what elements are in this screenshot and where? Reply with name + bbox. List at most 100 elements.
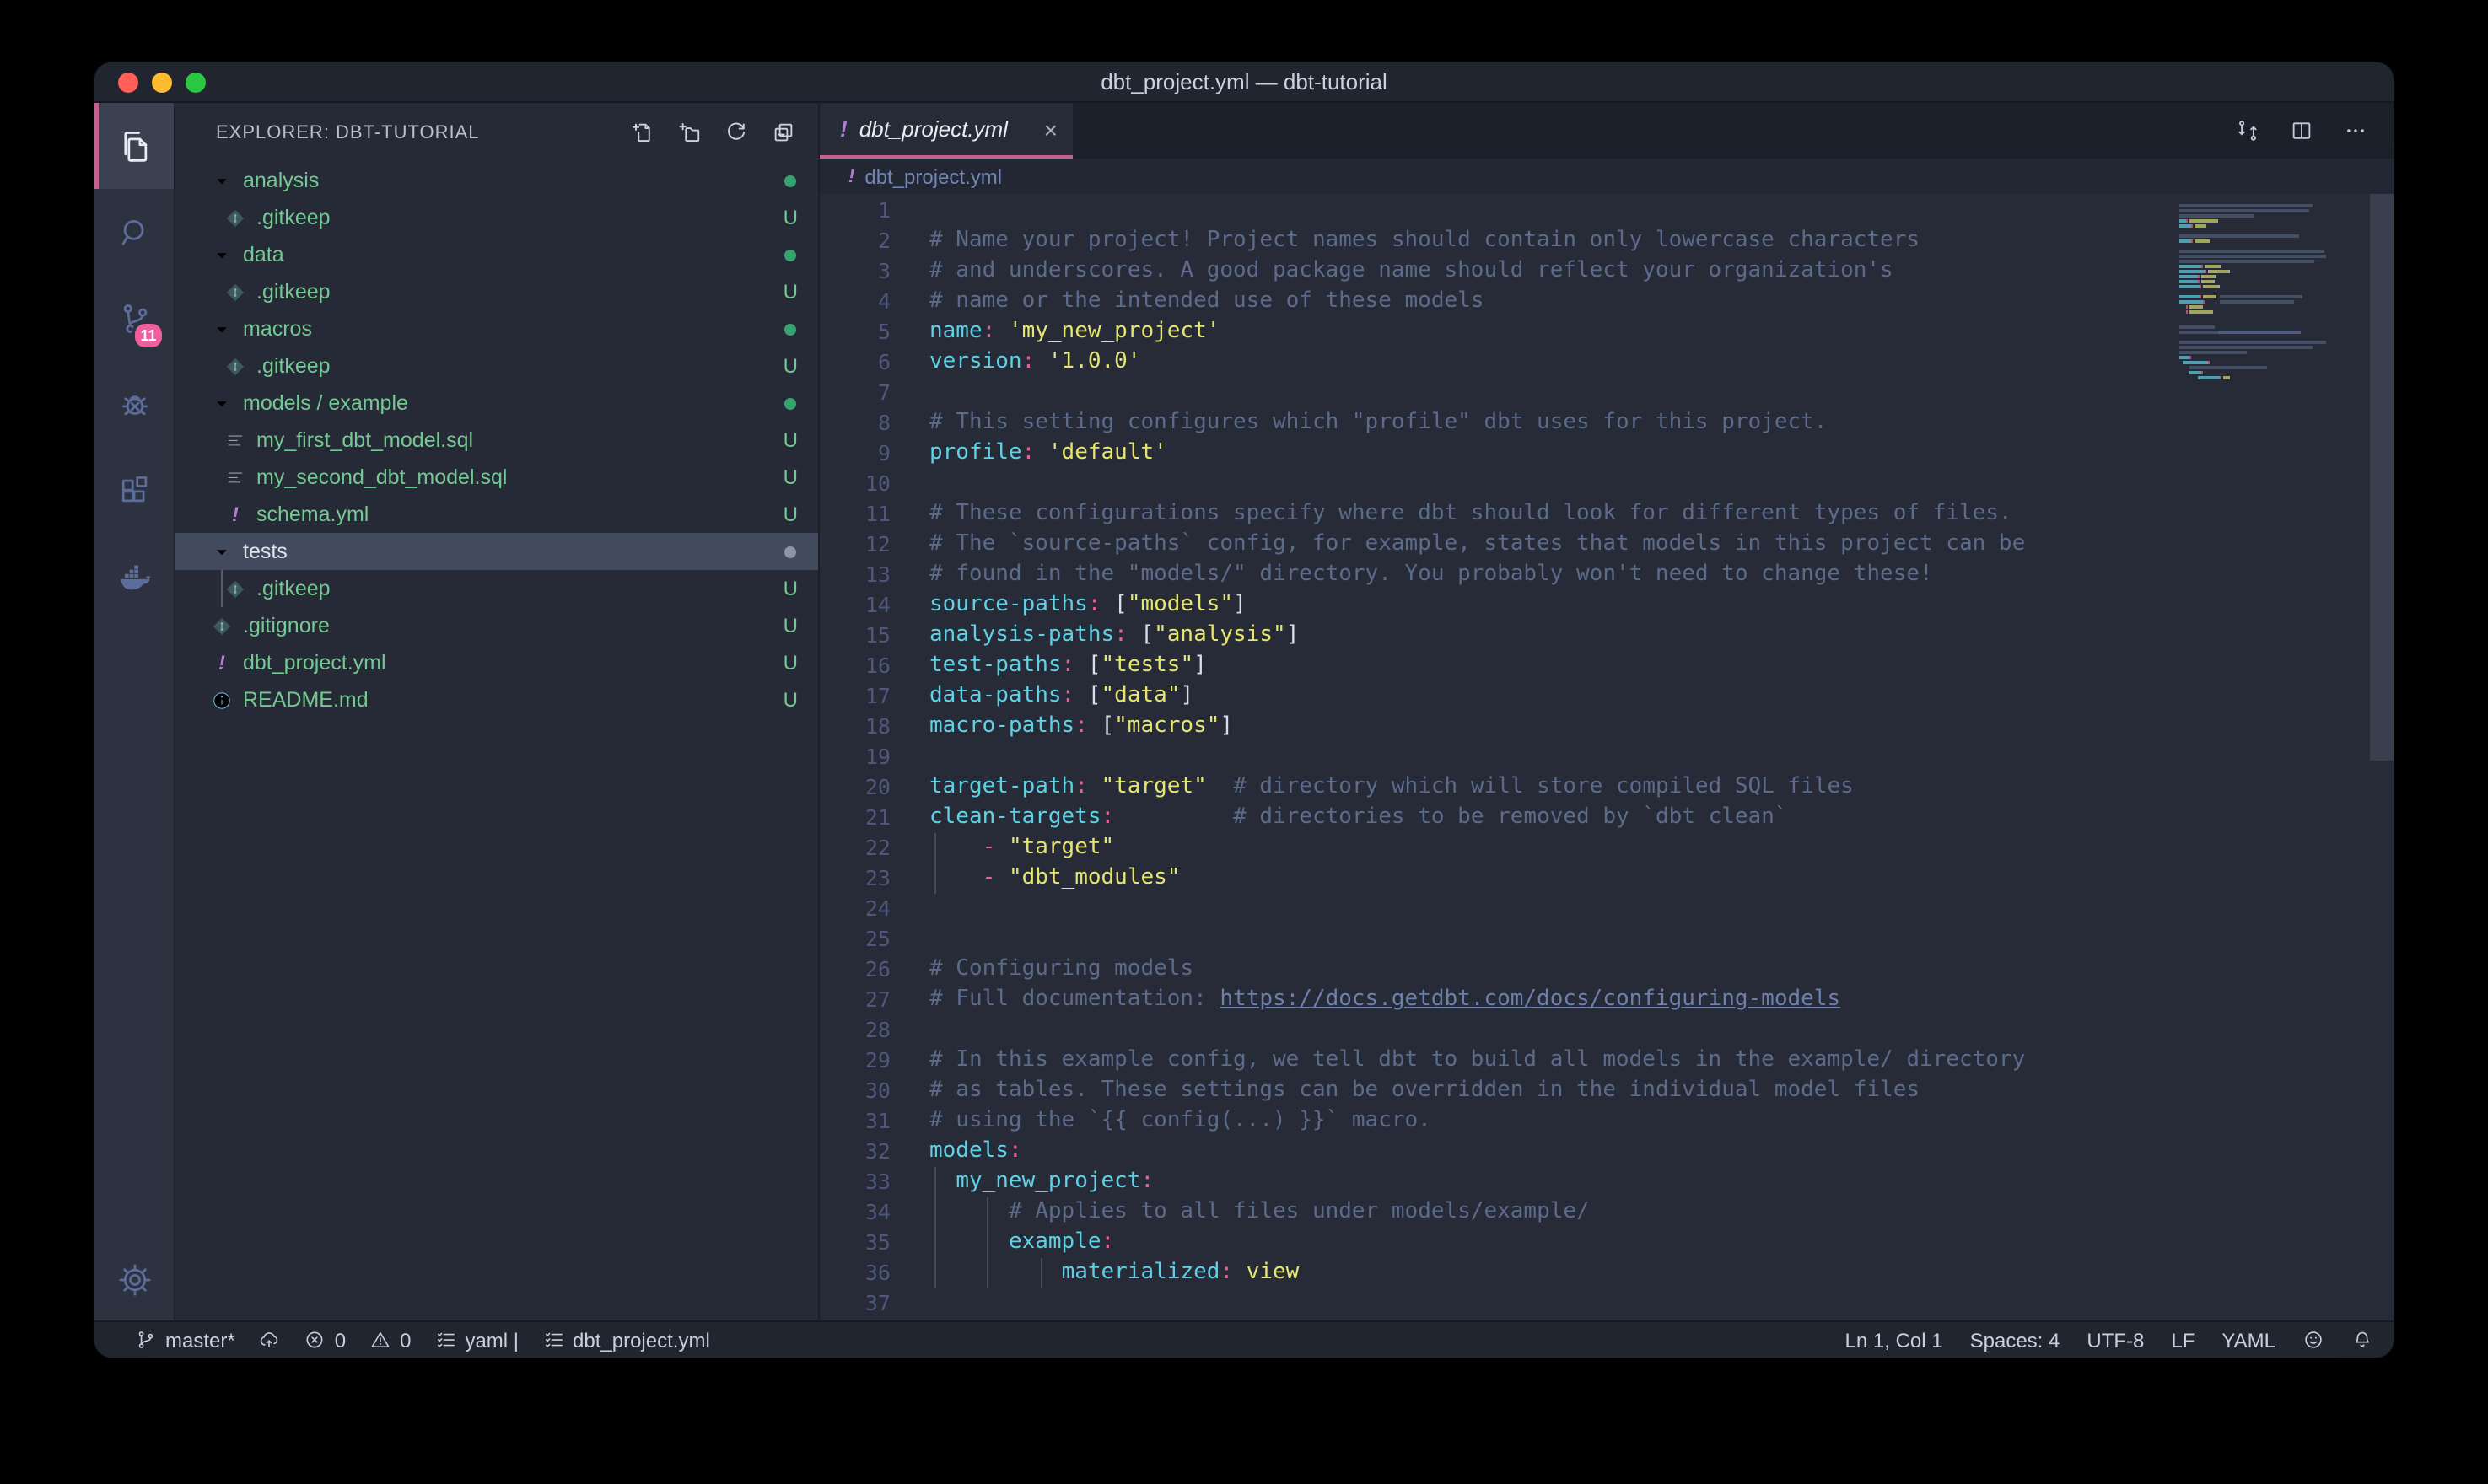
code-line-24[interactable]: 24 — [820, 894, 2394, 924]
tree-item-models-example[interactable]: models / example — [175, 384, 818, 422]
more-actions-button[interactable] — [2343, 118, 2368, 143]
code-line-7[interactable]: 7 — [820, 378, 2394, 408]
status-branch-label: master* — [165, 1328, 235, 1352]
code-line-5[interactable]: 5name: 'my_new_project' — [820, 317, 2394, 347]
refresh-explorer-button[interactable] — [724, 120, 749, 145]
split-editor-button[interactable] — [2289, 118, 2314, 143]
tree-item-data[interactable]: data — [175, 236, 818, 273]
breadcrumb-item[interactable]: dbt_project.yml — [864, 164, 1002, 188]
collapse-folders-button[interactable] — [771, 120, 796, 145]
manage-button[interactable] — [94, 1239, 174, 1320]
status-indentation[interactable]: Spaces: 4 — [1970, 1328, 2060, 1352]
editor-actions — [2235, 103, 2394, 159]
tree-item-my-first-dbt-model-sql[interactable]: my_first_dbt_model.sqlU — [175, 422, 818, 459]
code-line-9[interactable]: 9profile: 'default' — [820, 438, 2394, 469]
status-cursor-position[interactable]: Ln 1, Col 1 — [1845, 1328, 1943, 1352]
code-editor[interactable]: 12# Name your project! Project names sho… — [820, 194, 2394, 1320]
status-branch[interactable]: master* — [135, 1328, 235, 1352]
tree-item-gitkeep[interactable]: .gitkeepU — [175, 273, 818, 310]
status-feedback[interactable] — [2302, 1329, 2324, 1351]
tree-item-macros[interactable]: macros — [175, 310, 818, 347]
status-eol[interactable]: LF — [2171, 1328, 2195, 1352]
code-line-18[interactable]: 18macro-paths: ["macros"] — [820, 712, 2394, 742]
code-line-12[interactable]: 12# The `source-paths` config, for examp… — [820, 530, 2394, 560]
code-line-31[interactable]: 31# using the `{{ config(...) }}` macro. — [820, 1106, 2394, 1137]
code-line-16[interactable]: 16test-paths: ["tests"] — [820, 651, 2394, 681]
minimize-window-button[interactable] — [152, 72, 172, 92]
close-tab-icon[interactable]: × — [1044, 117, 1058, 141]
new-file-button[interactable] — [629, 120, 654, 145]
activity-item-explorer[interactable] — [94, 103, 174, 189]
code-line-26[interactable]: 26# Configuring models — [820, 954, 2394, 985]
close-window-button[interactable] — [118, 72, 138, 92]
code-line-30[interactable]: 30# as tables. These settings can be ove… — [820, 1076, 2394, 1106]
new-file-icon — [629, 120, 654, 145]
tree-item-tests[interactable]: tests — [175, 533, 818, 570]
activity-item-source-control[interactable]: 11 — [94, 275, 174, 361]
status-active-file-task[interactable]: dbt_project.yml — [542, 1328, 710, 1352]
tree-item-schema-yml[interactable]: !schema.ymlU — [175, 496, 818, 533]
tree-item-gitkeep[interactable]: .gitkeepU — [175, 199, 818, 236]
code-line-17[interactable]: 17data-paths: ["data"] — [820, 681, 2394, 712]
breadcrumb[interactable]: ! dbt_project.yml — [820, 159, 2394, 194]
code-line-27[interactable]: 27# Full documentation: https://docs.get… — [820, 985, 2394, 1015]
activity-item-search[interactable] — [94, 189, 174, 275]
new-folder-button[interactable] — [676, 120, 702, 145]
editor-scrollbar[interactable] — [2370, 194, 2394, 761]
code-line-13[interactable]: 13# found in the "models/" directory. Yo… — [820, 560, 2394, 590]
minimap[interactable] — [2179, 199, 2370, 386]
activity-item-extensions[interactable] — [94, 447, 174, 533]
tree-item-gitkeep[interactable]: .gitkeepU — [175, 570, 818, 607]
tab-dbt-project-yml[interactable]: ! dbt_project.yml × — [820, 103, 1073, 159]
code-line-8[interactable]: 8# This setting configures which "profil… — [820, 408, 2394, 438]
code-line-6[interactable]: 6version: '1.0.0' — [820, 347, 2394, 378]
line-number: 3 — [820, 256, 891, 287]
code-line-33[interactable]: 33 my_new_project: — [820, 1167, 2394, 1197]
tree-item-my-second-dbt-model-sql[interactable]: my_second_dbt_model.sqlU — [175, 459, 818, 496]
code-line-32[interactable]: 32models: — [820, 1137, 2394, 1167]
code-line-23[interactable]: 23 - "dbt_modules" — [820, 863, 2394, 894]
code-line-35[interactable]: 35 example: — [820, 1228, 2394, 1258]
code-line-34[interactable]: 34 # Applies to all files under models/e… — [820, 1197, 2394, 1228]
code-line-14[interactable]: 14source-paths: ["models"] — [820, 590, 2394, 621]
code-line-37[interactable]: 37 — [820, 1288, 2394, 1319]
code-line-2[interactable]: 2# Name your project! Project names shou… — [820, 226, 2394, 256]
code-line-1[interactable]: 1 — [820, 196, 2394, 226]
code-line-36[interactable]: 36 materialized: view — [820, 1258, 2394, 1288]
status-problems-warnings[interactable]: 0 — [369, 1328, 411, 1352]
status-problems-errors[interactable]: 0 — [304, 1328, 346, 1352]
tree-item-readme-md[interactable]: README.mdU — [175, 681, 818, 718]
open-changes-button[interactable] — [2235, 118, 2260, 143]
status-encoding-label: UTF-8 — [2087, 1328, 2144, 1352]
code-line-29[interactable]: 29# In this example config, we tell dbt … — [820, 1046, 2394, 1076]
activity-item-docker[interactable] — [94, 533, 174, 619]
line-number: 16 — [820, 651, 891, 681]
code-line-19[interactable]: 19 — [820, 742, 2394, 772]
tree-item-dbt-project-yml[interactable]: !dbt_project.ymlU — [175, 644, 818, 681]
status-language-mode[interactable]: YAML — [2221, 1328, 2275, 1352]
activity-item-debug[interactable] — [94, 361, 174, 447]
code-line-21[interactable]: 21clean-targets: # directories to be rem… — [820, 803, 2394, 833]
line-number: 4 — [820, 287, 891, 317]
status-encoding[interactable]: UTF-8 — [2087, 1328, 2144, 1352]
tab-bar: ! dbt_project.yml × — [820, 103, 2394, 159]
code-line-3[interactable]: 3# and underscores. A good package name … — [820, 256, 2394, 287]
status-linter-yaml[interactable]: yaml | — [434, 1328, 519, 1352]
warning-icon — [369, 1329, 391, 1351]
tree-item-gitignore[interactable]: .gitignoreU — [175, 607, 818, 644]
code-line-22[interactable]: 22 - "target" — [820, 833, 2394, 863]
code-line-11[interactable]: 11# These configurations specify where d… — [820, 499, 2394, 530]
line-number: 20 — [820, 772, 891, 803]
status-sync[interactable] — [259, 1329, 281, 1351]
tree-item-gitkeep[interactable]: .gitkeepU — [175, 347, 818, 384]
code-line-15[interactable]: 15analysis-paths: ["analysis"] — [820, 621, 2394, 651]
title-bar[interactable]: dbt_project.yml — dbt-tutorial — [94, 62, 2394, 103]
tree-item-analysis[interactable]: analysis — [175, 162, 818, 199]
code-line-4[interactable]: 4# name or the intended use of these mod… — [820, 287, 2394, 317]
code-line-28[interactable]: 28 — [820, 1015, 2394, 1046]
zoom-window-button[interactable] — [186, 72, 206, 92]
code-line-25[interactable]: 25 — [820, 924, 2394, 954]
code-line-10[interactable]: 10 — [820, 469, 2394, 499]
status-notifications[interactable] — [2351, 1329, 2373, 1351]
code-line-20[interactable]: 20target-path: "target" # directory whic… — [820, 772, 2394, 803]
